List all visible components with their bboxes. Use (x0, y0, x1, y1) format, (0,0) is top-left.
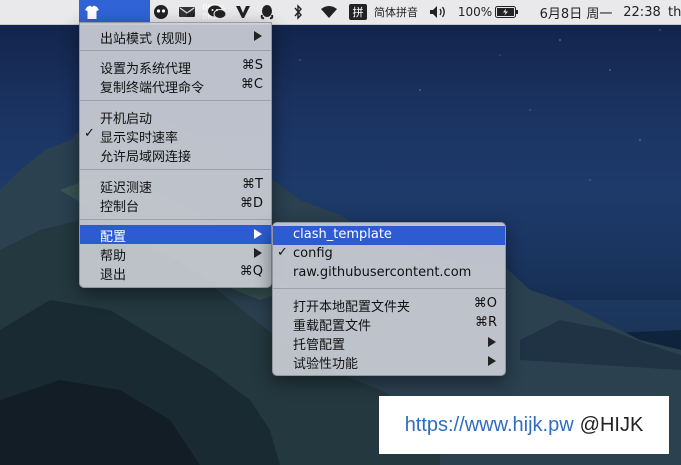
menu-item-label: 复制终端代理命令 (100, 81, 205, 96)
submenu-arrow-icon (254, 248, 262, 258)
clash-main-menu: 出站模式 (规则) 设置为系统代理 ⌘S 复制终端代理命令 ⌘C 开机启动 ✓ … (79, 22, 272, 288)
submenu-item-clash-template[interactable]: clash_template (273, 226, 505, 245)
menu-item-shortcut: ⌘Q (239, 264, 263, 279)
watermark-link[interactable]: https://www.hijk.pw (405, 414, 574, 437)
menu-item-label: 设置为系统代理 (100, 62, 192, 77)
menu-item-label: 延迟测速 (100, 181, 153, 196)
menu-item-shortcut: ⌘O (473, 296, 497, 311)
menu-item-allow-lan[interactable]: 允许局域网连接 (80, 145, 271, 165)
menu-item-label: 重载配置文件 (293, 319, 372, 334)
checkmark-icon: ✓ (84, 126, 95, 141)
menu-item-label: config (293, 246, 333, 261)
battery-percent: 100% (457, 5, 493, 19)
menu-item-shortcut: ⌘C (240, 77, 263, 92)
menu-item-label: clash_template (293, 227, 392, 242)
submenu-arrow-icon (488, 337, 496, 347)
submenu-item-open-config-folder[interactable]: 打开本地配置文件夹 ⌘O (273, 295, 505, 315)
menubar-time[interactable]: 22:38 (620, 0, 664, 24)
menu-separator (80, 50, 271, 51)
checkmark-icon: ✓ (277, 245, 288, 260)
submenu-arrow-icon (254, 229, 262, 239)
menubar-user[interactable]: th (668, 0, 681, 24)
ime-icon[interactable]: 拼 (348, 0, 368, 24)
volume-icon[interactable] (428, 0, 450, 24)
submenu-item-reload-config[interactable]: 重载配置文件 ⌘R (273, 314, 505, 334)
ime-label[interactable]: 简体拼音 (370, 0, 422, 24)
menu-item-shortcut: ⌘S (241, 58, 263, 73)
menu-item-shortcut: ⌘D (239, 196, 263, 211)
menu-item-label: 试验性功能 (293, 357, 359, 372)
config-submenu: clash_template ✓ config raw.githubuserco… (272, 222, 506, 376)
menu-separator (80, 169, 271, 170)
menu-item-label: 开机启动 (100, 112, 153, 127)
submenu-item-experimental[interactable]: 试验性功能 (273, 352, 505, 372)
submenu-item-config[interactable]: ✓ config (273, 245, 505, 264)
menu-item-outbound-mode[interactable]: 出站模式 (规则) (80, 27, 271, 47)
menu-item-config[interactable]: 配置 (80, 225, 271, 245)
clash-status-item[interactable]: 0KB/s 0KB/s (79, 0, 225, 24)
menu-item-label: raw.githubusercontent.com (293, 265, 472, 280)
menu-item-label: 帮助 (100, 249, 127, 264)
menu-item-label: 允许局域网连接 (100, 150, 192, 165)
watermark-banner: https://www.hijk.pw @HIJK (379, 396, 669, 454)
v-icon[interactable] (234, 0, 252, 24)
face-icon[interactable] (152, 0, 170, 24)
menu-item-copy-terminal-proxy[interactable]: 复制终端代理命令 ⌘C (80, 76, 271, 96)
wifi-icon[interactable] (318, 0, 340, 24)
menubar-date[interactable]: 6月8日 周一 (533, 0, 619, 24)
submenu-item-raw-github[interactable]: raw.githubusercontent.com (273, 264, 505, 283)
menu-item-shortcut: ⌘R (474, 315, 497, 330)
battery-icon[interactable] (494, 0, 520, 24)
menu-item-label: 控制台 (100, 200, 140, 215)
menu-item-label: 显示实时速率 (100, 131, 179, 146)
menu-item-label: 退出 (100, 268, 127, 283)
menu-item-launch-at-login[interactable]: 开机启动 (80, 107, 271, 127)
submenu-arrow-icon (488, 356, 496, 366)
menu-item-latency-test[interactable]: 延迟测速 ⌘T (80, 176, 271, 196)
menu-item-label: 托管配置 (293, 338, 346, 353)
submenu-item-managed-config[interactable]: 托管配置 (273, 333, 505, 353)
menu-item-label: 配置 (100, 230, 127, 245)
tshirt-icon (85, 5, 99, 19)
watermark-handle: @HIJK (579, 413, 644, 436)
bluetooth-icon[interactable] (290, 0, 306, 24)
mail-badge: .89 (185, 12, 195, 19)
menu-separator (80, 219, 271, 220)
menu-item-set-system-proxy[interactable]: 设置为系统代理 ⌘S (80, 57, 271, 77)
menu-item-show-speed[interactable]: ✓ 显示实时速率 (80, 126, 271, 146)
qq-icon[interactable] (258, 0, 276, 24)
submenu-arrow-icon (254, 31, 262, 41)
ime-glyph: 拼 (349, 4, 367, 20)
menu-item-help[interactable]: 帮助 (80, 244, 271, 264)
menu-separator (273, 288, 505, 289)
menu-item-shortcut: ⌘T (242, 177, 263, 192)
menu-item-label: 打开本地配置文件夹 (293, 300, 411, 315)
menu-item-quit[interactable]: 退出 ⌘Q (80, 263, 271, 283)
menu-item-console[interactable]: 控制台 ⌘D (80, 195, 271, 215)
menu-separator (80, 100, 271, 101)
mail-icon[interactable]: .89 (176, 0, 198, 24)
menu-item-label: 出站模式 (规则) (100, 32, 193, 47)
wechat-icon[interactable] (206, 0, 228, 24)
